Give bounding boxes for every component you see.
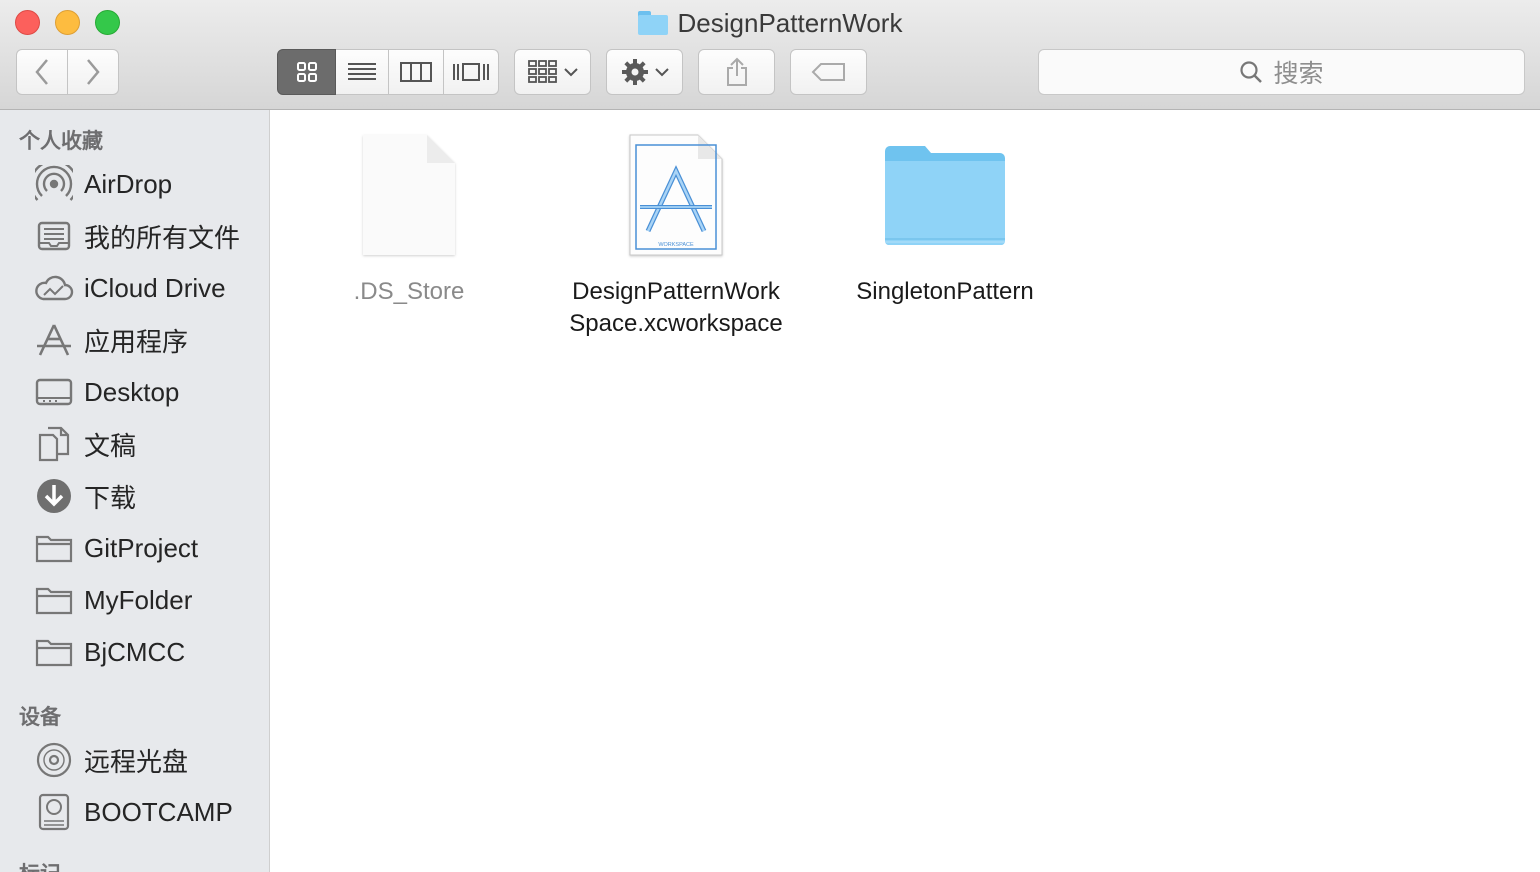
sidebar-item-label: 文稿 xyxy=(84,430,137,461)
columns-icon xyxy=(400,62,432,82)
file-item[interactable]: SingletonPattern xyxy=(820,120,1070,308)
sidebar-item-label: 我的所有文件 xyxy=(84,222,241,253)
file-name: .DS_Store xyxy=(353,278,465,305)
sidebar: 个人收藏 AirDrop 我的所有文件 iCloud Drive 应用程序 De… xyxy=(0,110,270,872)
sidebar-item-label: Desktop xyxy=(84,376,180,407)
view-mode-segmented-control xyxy=(277,49,499,95)
icon-view-button[interactable] xyxy=(277,49,336,95)
folder-icon xyxy=(33,579,75,621)
chevron-down-icon xyxy=(563,68,578,77)
window-title: DesignPatternWork xyxy=(0,8,1540,38)
sidebar-item-label: BjCMCC xyxy=(84,636,186,667)
file-item[interactable]: WORKSPACE DesignPatternWork Space.xcwork… xyxy=(551,120,801,340)
column-view-button[interactable] xyxy=(389,49,444,95)
sidebar-item-label: 应用程序 xyxy=(84,326,189,357)
workspace-badge: WORKSPACE xyxy=(658,242,694,248)
remote-disc-icon xyxy=(33,739,75,781)
share-icon xyxy=(726,57,747,86)
desktop-icon xyxy=(33,371,75,413)
cloud-icon xyxy=(33,267,75,309)
sidebar-item-myfolder[interactable]: MyFolder xyxy=(0,575,269,625)
action-button[interactable] xyxy=(606,49,683,95)
file-item[interactable]: .DS_Store xyxy=(284,120,534,308)
chevron-left-icon xyxy=(35,59,48,85)
title-bar: DesignPatternWork 搜索 xyxy=(0,0,1540,110)
file-name: SingletonPattern xyxy=(856,278,1034,305)
sidebar-item-downloads[interactable]: 下载 xyxy=(0,471,269,521)
sidebar-item-label: AirDrop xyxy=(84,168,173,199)
sidebar-item-airdrop[interactable]: AirDrop xyxy=(0,159,269,209)
devices-section-title: 设备 xyxy=(19,706,61,729)
sidebar-item-applications[interactable]: 应用程序 xyxy=(0,315,269,365)
chevron-down-icon xyxy=(654,68,669,77)
forward-button[interactable] xyxy=(67,49,119,95)
arrange-grid-icon xyxy=(527,60,557,83)
file-browser-content: .DS_Store WORKSPACE DesignPatternWork Sp… xyxy=(270,110,1540,872)
gear-icon xyxy=(621,59,648,85)
list-view-button[interactable] xyxy=(336,49,389,95)
sidebar-item-label: 远程光盘 xyxy=(84,746,189,777)
search-placeholder: 搜索 xyxy=(1273,60,1324,88)
downloads-icon xyxy=(33,475,75,517)
tag-icon xyxy=(811,63,845,81)
airdrop-icon xyxy=(33,163,75,205)
folder-icon xyxy=(33,527,75,569)
tags-section-title: 标记 xyxy=(19,858,61,872)
sidebar-item-desktop[interactable]: Desktop xyxy=(0,367,269,417)
back-button[interactable] xyxy=(16,49,68,95)
xcworkspace-icon: WORKSPACE xyxy=(551,120,801,270)
search-icon xyxy=(1240,61,1263,83)
sidebar-item-all-files[interactable]: 我的所有文件 xyxy=(0,211,269,261)
blank-document-icon xyxy=(284,120,534,270)
applications-icon xyxy=(33,319,75,361)
window-title-text: DesignPatternWork xyxy=(677,7,903,38)
sidebar-item-label: MyFolder xyxy=(84,584,193,615)
sidebar-item-icloud-drive[interactable]: iCloud Drive xyxy=(0,263,269,313)
cover-flow-view-button[interactable] xyxy=(444,49,499,95)
sidebar-item-gitproject[interactable]: GitProject xyxy=(0,523,269,573)
sidebar-item-bjcmcc[interactable]: BjCMCC xyxy=(0,627,269,677)
folder-icon xyxy=(820,120,1070,270)
sidebar-item-label: 下载 xyxy=(84,482,137,513)
sidebar-item-label: BOOTCAMP xyxy=(84,796,233,827)
arrange-button[interactable] xyxy=(514,49,591,95)
file-name: DesignPatternWork Space.xcworkspace xyxy=(551,276,801,340)
folder-icon xyxy=(33,631,75,673)
file-name-line-1: DesignPatternWork xyxy=(572,278,780,305)
documents-icon xyxy=(33,423,75,465)
list-icon xyxy=(348,63,376,80)
sidebar-item-bootcamp[interactable]: BOOTCAMP xyxy=(0,787,269,837)
tag-button[interactable] xyxy=(790,49,867,95)
search-field[interactable]: 搜索 xyxy=(1038,49,1525,95)
cover-flow-icon xyxy=(453,63,489,81)
sidebar-item-remote-disc[interactable]: 远程光盘 xyxy=(0,735,269,785)
grid-icon xyxy=(296,62,317,82)
sidebar-item-label: iCloud Drive xyxy=(84,272,226,303)
all-files-icon xyxy=(33,215,75,257)
share-button[interactable] xyxy=(698,49,775,95)
favorites-section-title: 个人收藏 xyxy=(19,130,103,153)
sidebar-item-documents[interactable]: 文稿 xyxy=(0,419,269,469)
folder-icon xyxy=(637,11,668,35)
sidebar-item-label: GitProject xyxy=(84,532,199,563)
chevron-right-icon xyxy=(87,59,100,85)
hard-drive-icon xyxy=(33,791,75,833)
file-name-line-2: Space.xcworkspace xyxy=(569,310,783,337)
